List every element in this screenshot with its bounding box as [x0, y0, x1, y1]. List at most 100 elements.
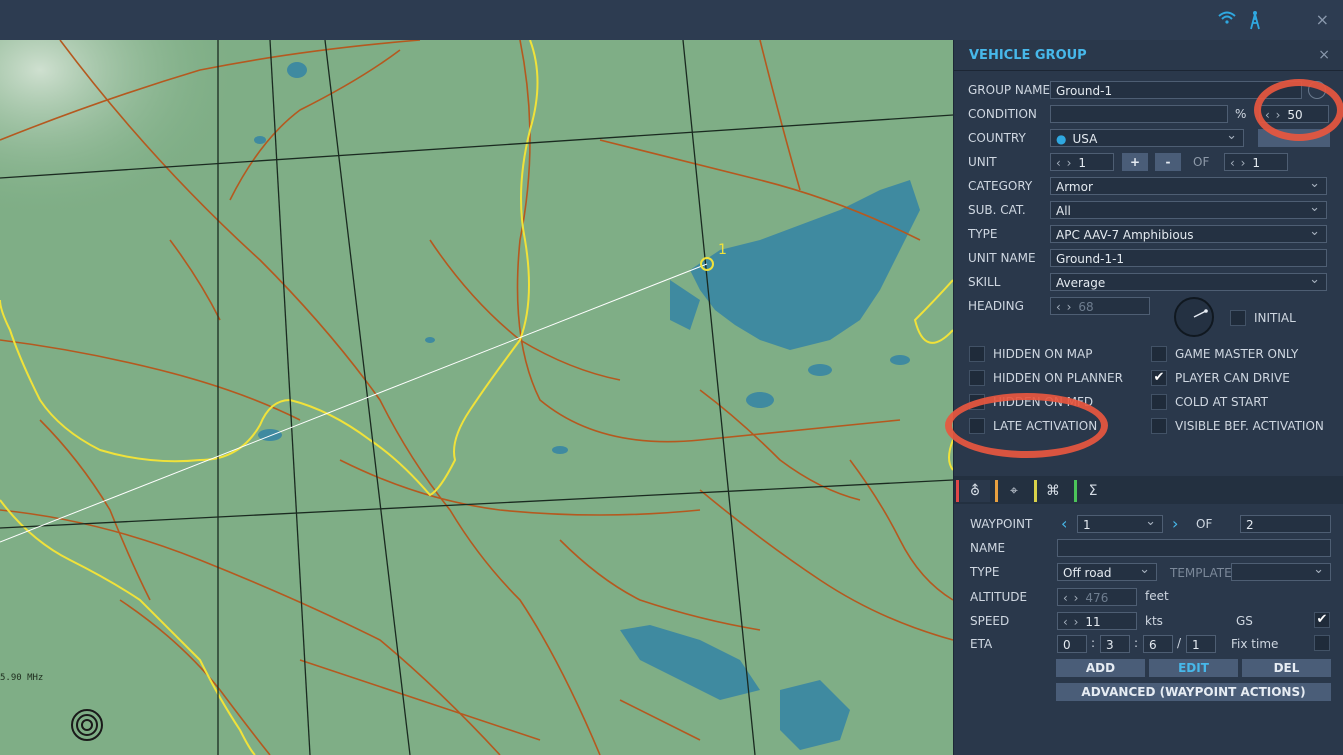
- group-id-icon[interactable]: [1308, 81, 1326, 99]
- fix-time-checkbox[interactable]: [1314, 635, 1330, 651]
- tab-stripe: [995, 480, 998, 502]
- speed-unit: kts: [1145, 614, 1163, 628]
- unit-name-input[interactable]: Ground-1-1: [1050, 249, 1327, 267]
- unit-add-button[interactable]: +: [1122, 153, 1148, 171]
- panel-title: VEHICLE GROUP: [969, 48, 1087, 63]
- template-label: TEMPLATE: [1170, 566, 1232, 580]
- add-button[interactable]: ADD: [1056, 659, 1145, 677]
- tab-bar: ⛢ ⌖ ⌘ Σ: [954, 476, 1343, 504]
- late-activation-checkbox[interactable]: [969, 418, 985, 434]
- country-select[interactable]: ● USA: [1050, 129, 1244, 147]
- app-close-icon[interactable]: ×: [1316, 10, 1329, 29]
- condition-input[interactable]: [1050, 105, 1228, 123]
- divider: [954, 70, 1343, 71]
- visible-bef-activation-label: VISIBLE BEF. ACTIVATION: [1175, 419, 1324, 433]
- heading-dial[interactable]: [1173, 296, 1215, 338]
- eta-sep: /: [1177, 636, 1182, 650]
- hidden-on-map-checkbox[interactable]: [969, 346, 985, 362]
- hidden-on-map-label: HIDDEN ON MAP: [993, 347, 1093, 361]
- wifi-icon[interactable]: [1218, 10, 1236, 29]
- type-select[interactable]: APC AAV-7 Amphibious: [1050, 225, 1327, 243]
- tab-route[interactable]: ⛢: [956, 480, 990, 502]
- panel-close-icon[interactable]: ×: [1318, 47, 1330, 63]
- heading-value: 68: [1078, 300, 1094, 314]
- group-name-input[interactable]: Ground-1: [1050, 81, 1302, 99]
- tab-stripe: [1034, 480, 1037, 502]
- country-label: COUNTRY: [968, 131, 1026, 145]
- unit-remove-button[interactable]: -: [1155, 153, 1181, 171]
- game-master-only-checkbox[interactable]: [1151, 346, 1167, 362]
- skill-select[interactable]: Average: [1050, 273, 1327, 291]
- unit-total: 1: [1252, 156, 1261, 170]
- target-icon: ⌖: [1010, 483, 1018, 499]
- checkmark-icon: ✔: [1316, 612, 1328, 627]
- hidden-on-planner-checkbox[interactable]: [969, 370, 985, 386]
- stepper-icon[interactable]: ‹ ›: [1056, 300, 1072, 314]
- condition-percent: %: [1235, 107, 1247, 121]
- game-master-only-label: GAME MASTER ONLY: [1175, 347, 1299, 361]
- eta-minute-input[interactable]: 6: [1143, 635, 1173, 653]
- eta-day-input[interactable]: 0: [1057, 635, 1087, 653]
- unit-index-input[interactable]: ‹ › 1: [1050, 153, 1114, 171]
- country-value: USA: [1072, 132, 1098, 146]
- altitude-input[interactable]: ‹ › 476: [1057, 588, 1137, 606]
- sigma-icon: Σ: [1088, 483, 1098, 499]
- radio-tower-icon[interactable]: [1248, 10, 1262, 34]
- condition-number-input[interactable]: ‹ › 50: [1259, 105, 1329, 123]
- template-select[interactable]: [1231, 563, 1331, 581]
- waypoint-total-input[interactable]: 2: [1240, 515, 1331, 533]
- stepper-icon[interactable]: ‹ ›: [1056, 156, 1072, 170]
- waypoint-prev-icon[interactable]: ‹: [1061, 514, 1067, 533]
- tab-summary[interactable]: Σ: [1074, 480, 1108, 502]
- country-edit-button[interactable]: [1258, 129, 1330, 147]
- unit-total-input[interactable]: ‹ › 1: [1224, 153, 1288, 171]
- del-button[interactable]: DEL: [1242, 659, 1331, 677]
- hidden-on-planner-label: HIDDEN ON PLANNER: [993, 371, 1123, 385]
- tab-stripe: [956, 480, 959, 502]
- waypoint-of-label: OF: [1196, 517, 1213, 531]
- eta-sep: :: [1091, 636, 1096, 650]
- map-canvas[interactable]: 1: [0, 40, 953, 755]
- subcat-select[interactable]: All: [1050, 201, 1327, 219]
- unit-name-label: UNIT NAME: [968, 251, 1036, 265]
- gs-checkbox[interactable]: ✔: [1314, 612, 1330, 628]
- stepper-icon[interactable]: ‹ ›: [1063, 615, 1079, 629]
- tab-targets[interactable]: ⌖: [995, 480, 1029, 502]
- eta-second-input[interactable]: 1: [1186, 635, 1216, 653]
- gs-label: GS: [1236, 614, 1253, 628]
- waypoint-next-icon[interactable]: ›: [1172, 514, 1178, 533]
- advanced-button[interactable]: ADVANCED (WAYPOINT ACTIONS): [1056, 683, 1331, 701]
- category-label: CATEGORY: [968, 179, 1033, 193]
- tab-stripe: [1074, 480, 1077, 502]
- type-label: TYPE: [968, 227, 998, 241]
- heading-label: HEADING: [968, 299, 1024, 313]
- waypoint-select[interactable]: 1: [1077, 515, 1163, 533]
- frequency-label: 5.90 MHz: [0, 673, 44, 683]
- wp-type-label: TYPE: [970, 565, 1000, 579]
- condition-number: 50: [1287, 108, 1303, 122]
- vehicle-group-panel: VEHICLE GROUP × GROUP NAME Ground-1 COND…: [945, 40, 1343, 755]
- cold-at-start-checkbox[interactable]: [1151, 394, 1167, 410]
- hidden-on-mfd-checkbox[interactable]: [969, 394, 985, 410]
- stepper-icon[interactable]: ‹ ›: [1063, 591, 1079, 605]
- wp-name-label: NAME: [970, 541, 1006, 555]
- initial-checkbox[interactable]: [1230, 310, 1246, 326]
- eta-label: ETA: [970, 637, 993, 651]
- visible-bef-activation-checkbox[interactable]: [1151, 418, 1167, 434]
- stepper-icon[interactable]: ‹ ›: [1265, 108, 1281, 122]
- tab-commands[interactable]: ⌘: [1034, 480, 1068, 502]
- waypoint-label: 1: [718, 242, 727, 258]
- eta-hour-input[interactable]: 3: [1100, 635, 1130, 653]
- wp-name-input[interactable]: [1057, 539, 1331, 557]
- wp-type-select[interactable]: Off road: [1057, 563, 1157, 581]
- speed-input[interactable]: ‹ › 11: [1057, 612, 1137, 630]
- category-select[interactable]: Armor: [1050, 177, 1327, 195]
- map-view[interactable]: 1 5.90 MHz: [0, 40, 953, 755]
- skill-label: SKILL: [968, 275, 1001, 289]
- waypoint-label: WAYPOINT: [970, 517, 1033, 531]
- edit-button[interactable]: EDIT: [1149, 659, 1238, 677]
- stepper-icon[interactable]: ‹ ›: [1230, 156, 1246, 170]
- heading-input[interactable]: ‹ › 68: [1050, 297, 1150, 315]
- player-can-drive-checkbox[interactable]: ✔: [1151, 370, 1167, 386]
- player-can-drive-label: PLAYER CAN DRIVE: [1175, 371, 1290, 385]
